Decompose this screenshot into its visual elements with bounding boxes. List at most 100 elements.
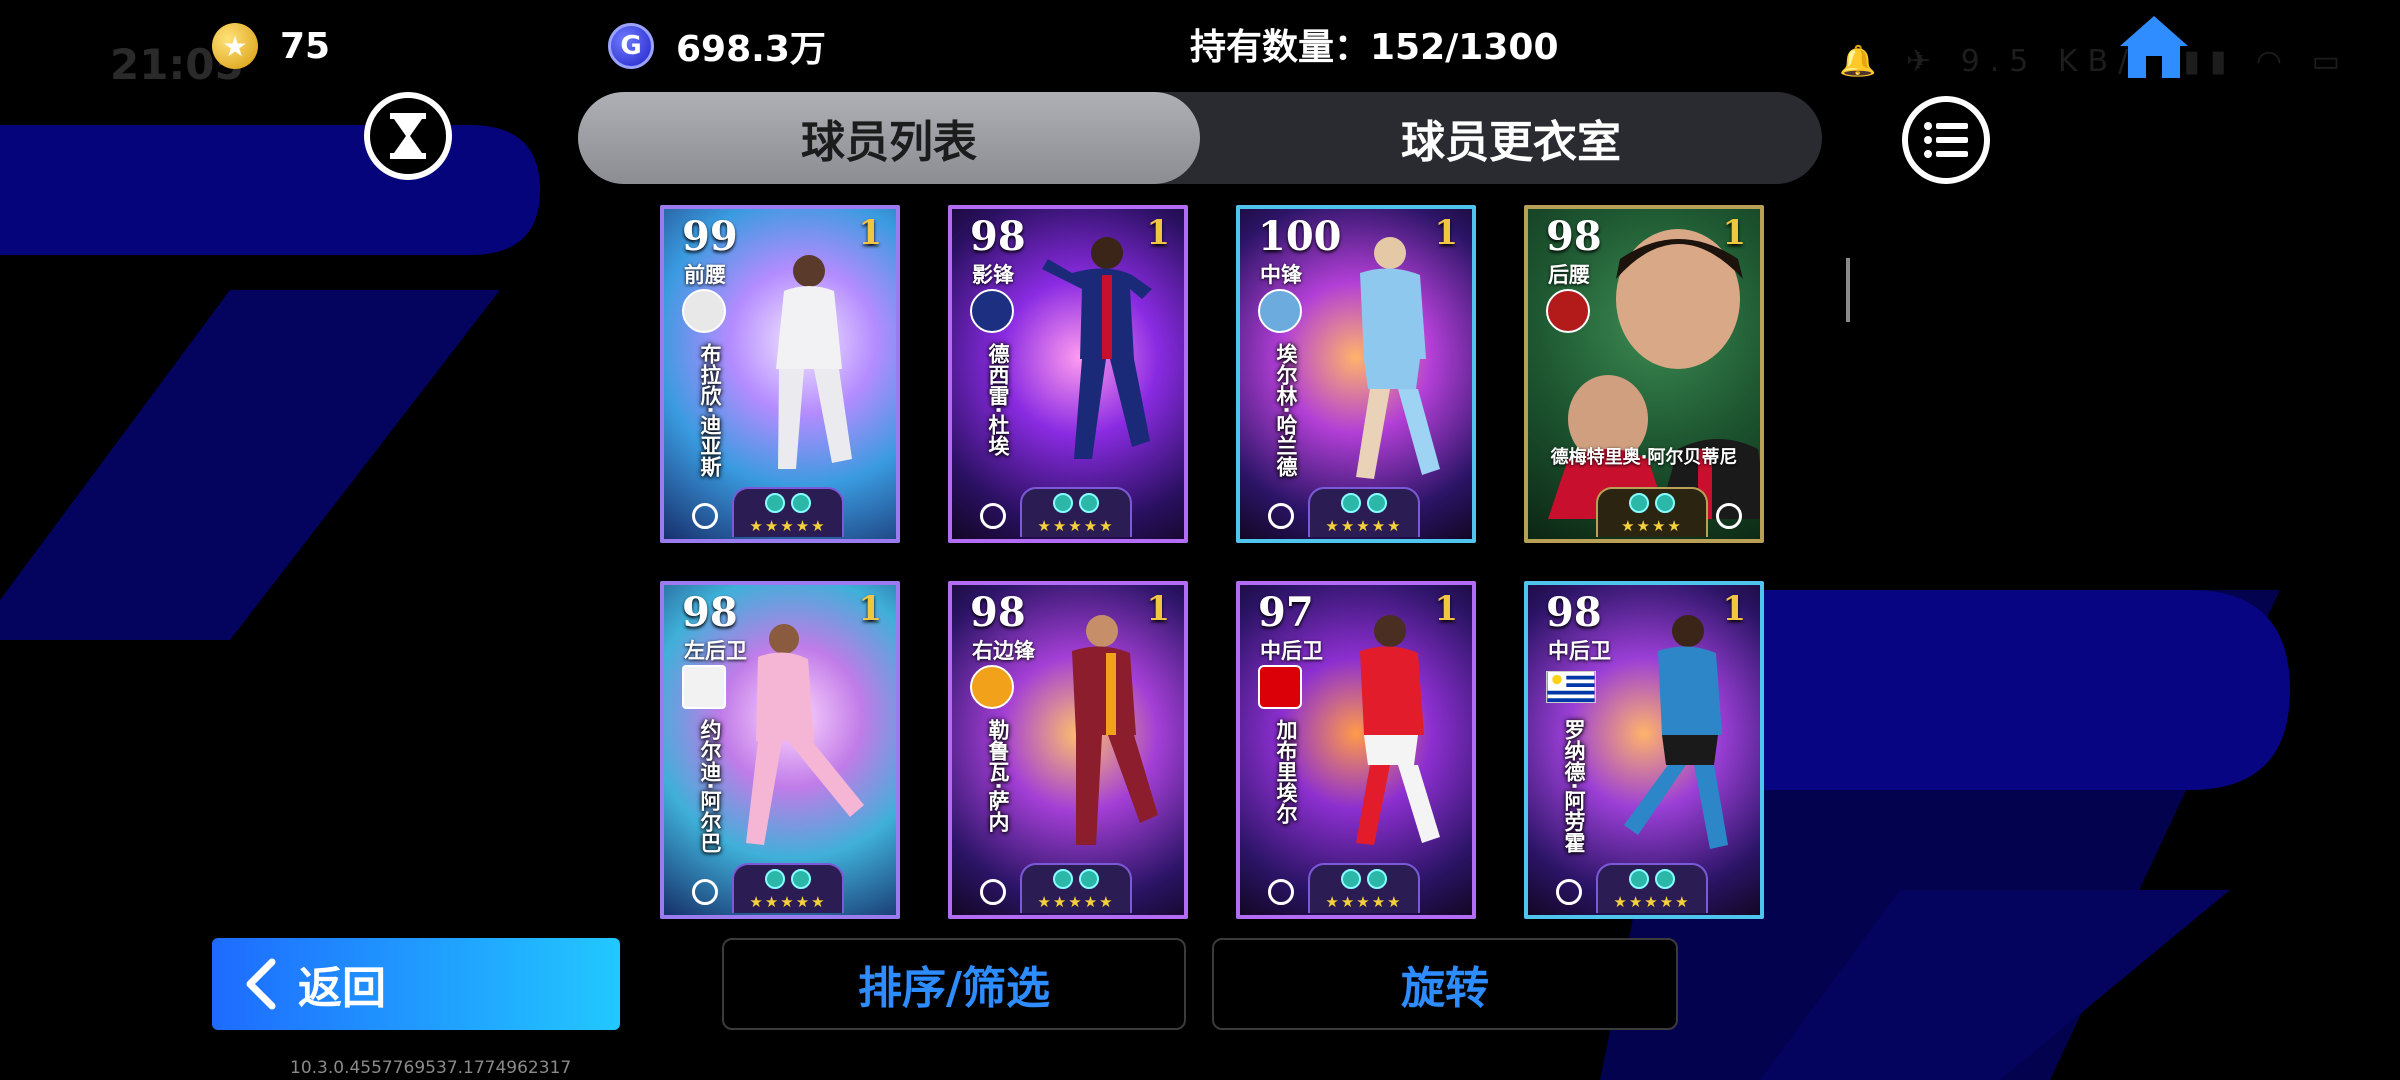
skill-icon (765, 869, 785, 889)
card-level: 1 (858, 213, 882, 253)
back-button[interactable]: 返回 (212, 938, 620, 1030)
version-text: 10.3.0.4557769537.1774962317 (290, 1058, 572, 1078)
efootball-logo-icon (1716, 503, 1742, 529)
card-position: 左后卫 (684, 639, 747, 663)
coin-amount: 75 (280, 25, 331, 67)
card-skill-plate: ★★★★★ (1020, 487, 1132, 537)
club-badge-icon (970, 289, 1014, 333)
star-rating-icon: ★★★★★ (1613, 893, 1691, 911)
hourglass-icon (390, 113, 426, 159)
home-icon[interactable] (2118, 12, 2190, 80)
chevron-left-icon (246, 958, 276, 1010)
star-rating-icon: ★★★★★ (1037, 893, 1115, 911)
uruguay-flag-icon (1546, 671, 1596, 703)
club-badge-icon (1258, 665, 1302, 709)
star-rating-icon: ★★★★★ (1325, 893, 1403, 911)
card-rating: 98 (970, 589, 1026, 636)
card-skill-plate: ★★★★★ (1020, 863, 1132, 913)
card-rating: 98 (1546, 213, 1602, 260)
menu-button[interactable] (1902, 96, 1990, 184)
card-player-name: 布拉欣·迪亚斯 (698, 343, 722, 477)
player-card[interactable]: 100 1 中锋 埃尔林·哈兰德 ★★★★★ (1236, 205, 1476, 543)
efootball-logo-icon (692, 503, 718, 529)
club-badge-icon (970, 665, 1014, 709)
card-skill-plate: ★★★★★ (732, 863, 844, 913)
skill-icon (1655, 869, 1675, 889)
efootball-logo-icon (692, 879, 718, 905)
card-level: 1 (1434, 213, 1458, 253)
skill-icon (1367, 493, 1387, 513)
efootball-logo-icon (980, 879, 1006, 905)
efootball-logo-icon (1268, 503, 1294, 529)
skill-icon (1053, 493, 1073, 513)
card-level: 1 (1146, 213, 1170, 253)
player-card-grid: 99 1 前腰 布拉欣·迪亚斯 ★★★★★ 98 1 影锋 德西雷·杜埃 ★★★… (660, 205, 1765, 920)
player-card[interactable]: 99 1 前腰 布拉欣·迪亚斯 ★★★★★ (660, 205, 900, 543)
skill-icon (1629, 869, 1649, 889)
card-rating: 99 (682, 213, 738, 260)
card-level: 1 (858, 589, 882, 629)
gp-balance[interactable]: G 698.3万 (608, 18, 826, 74)
card-player-name: 德西雷·杜埃 (986, 343, 1010, 456)
player-card[interactable]: 98 1 后腰 德梅特里奥·阿尔贝蒂尼 ★★★★ (1524, 205, 1764, 543)
tab-player-list[interactable]: 球员列表 (578, 92, 1200, 184)
skill-icon (1655, 493, 1675, 513)
club-badge-icon (1546, 289, 1590, 333)
player-image (1072, 615, 1158, 845)
tab-bar: 球员列表 球员更衣室 (578, 92, 1822, 184)
scrollbar[interactable] (1846, 258, 1850, 322)
player-card[interactable]: 98 1 中后卫 罗纳德·阿劳霍 ★★★★★ (1524, 581, 1764, 919)
skill-icon (1341, 493, 1361, 513)
skill-icon (1053, 869, 1073, 889)
card-skill-plate: ★★★★★ (1308, 487, 1420, 537)
card-level: 1 (1722, 589, 1746, 629)
player-card[interactable]: 98 1 右边锋 勒鲁瓦·萨内 ★★★★★ (948, 581, 1188, 919)
player-card[interactable]: 97 1 中后卫 加布里埃尔 ★★★★★ (1236, 581, 1476, 919)
card-player-name: 加布里埃尔 (1274, 719, 1298, 824)
card-position: 中后卫 (1548, 639, 1611, 663)
star-rating-icon: ★★★★★ (1037, 517, 1115, 535)
star-rating-icon: ★★★★★ (749, 893, 827, 911)
card-position: 中后卫 (1260, 639, 1323, 663)
efootball-logo-icon (980, 503, 1006, 529)
card-rating: 98 (682, 589, 738, 636)
card-player-name: 德梅特里奥·阿尔贝蒂尼 (1550, 447, 1738, 468)
card-rating: 98 (1546, 589, 1602, 636)
list-menu-icon (1924, 122, 1968, 158)
card-rating: 98 (970, 213, 1026, 260)
card-rating: 97 (1258, 589, 1314, 636)
player-image (1356, 615, 1440, 845)
rotate-button[interactable]: 旋转 (1212, 938, 1678, 1030)
player-image (1356, 237, 1440, 479)
card-position: 右边锋 (972, 639, 1035, 663)
skill-icon (1341, 869, 1361, 889)
tab-player-locker[interactable]: 球员更衣室 (1200, 92, 1822, 184)
card-position: 影锋 (972, 263, 1014, 287)
card-player-name: 勒鲁瓦·萨内 (986, 719, 1010, 832)
sort-filter-button[interactable]: 排序/筛选 (722, 938, 1186, 1030)
star-rating-icon: ★★★★★ (1325, 517, 1403, 535)
status-icons: 🔔 ✈ 9.5 KB/s ▮▮ ◠ ▭ (1839, 44, 2350, 79)
card-level: 1 (1722, 213, 1746, 253)
card-rating: 100 (1258, 213, 1342, 260)
card-skill-plate: ★★★★★ (732, 487, 844, 537)
timer-button[interactable] (364, 92, 452, 180)
card-skill-plate: ★★★★ (1596, 487, 1708, 537)
card-position: 后腰 (1548, 263, 1590, 287)
coin-balance[interactable]: ★ 75 (212, 18, 330, 74)
card-position: 中锋 (1260, 263, 1302, 287)
player-image (776, 255, 852, 469)
skill-icon (1079, 493, 1099, 513)
back-label: 返回 (298, 963, 386, 1014)
gp-icon: G (608, 23, 654, 69)
card-skill-plate: ★★★★★ (1596, 863, 1708, 913)
card-skill-plate: ★★★★★ (1308, 863, 1420, 913)
skill-icon (791, 493, 811, 513)
player-card[interactable]: 98 1 影锋 德西雷·杜埃 ★★★★★ (948, 205, 1188, 543)
holdings-count: 持有数量：152/1300 (1190, 27, 1559, 68)
card-player-name: 埃尔林·哈兰德 (1274, 343, 1298, 477)
star-rating-icon: ★★★★★ (749, 517, 827, 535)
skill-icon (765, 493, 785, 513)
player-card[interactable]: 98 1 左后卫 约尔迪·阿尔巴 ★★★★★ (660, 581, 900, 919)
skill-icon (1079, 869, 1099, 889)
